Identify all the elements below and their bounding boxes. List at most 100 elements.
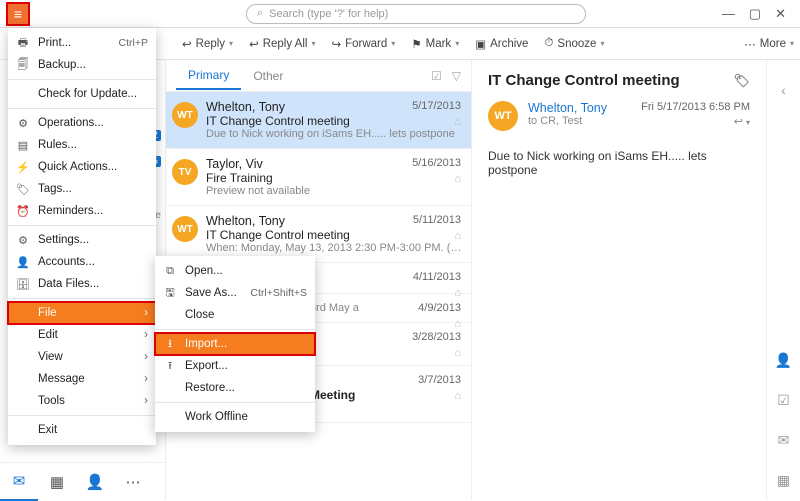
menu-item[interactable]: ⧉Open...: [155, 260, 315, 282]
menu-item[interactable]: ⚙Operations...: [8, 112, 156, 134]
menu-item[interactable]: Close: [155, 304, 315, 326]
menu-item[interactable]: ⭱Export...: [155, 355, 315, 377]
tab-primary[interactable]: Primary: [176, 62, 241, 90]
menu-icon: 🏷: [16, 183, 30, 196]
menu-label: View: [38, 351, 63, 363]
pane-body: Due to Nick working on iSams EH..... let…: [488, 149, 750, 177]
flag-icon[interactable]: ⌂: [454, 116, 461, 128]
menu-item[interactable]: Message: [8, 368, 156, 390]
menu-item[interactable]: Tools: [8, 390, 156, 412]
tag-icon[interactable]: 🏷: [733, 73, 750, 89]
menu-label: Check for Update...: [38, 88, 137, 100]
mail-icon[interactable]: ✉: [0, 463, 38, 501]
replyall-button[interactable]: ↩ Reply All ▾: [243, 33, 321, 55]
search-input[interactable]: ⌕ Search (type '?' for help): [246, 4, 586, 24]
menu-label: Reminders...: [38, 205, 103, 217]
menu-item[interactable]: 👤 Accounts...: [8, 251, 156, 273]
email-date: 3/7/2013: [418, 374, 461, 386]
close-icon[interactable]: ✕: [775, 6, 786, 22]
flag-icon[interactable]: ⌂: [454, 173, 461, 185]
menu-item[interactable]: 🖫Save As...Ctrl+Shift+S: [155, 282, 315, 304]
menu-item[interactable]: Exit: [8, 419, 156, 441]
menu-label: Quick Actions...: [38, 161, 117, 173]
email-preview: Preview not available: [206, 185, 463, 197]
flag-icon[interactable]: ⌂: [454, 230, 461, 242]
minimize-icon[interactable]: —: [722, 6, 735, 22]
menu-accelerator: Ctrl+P: [119, 37, 148, 49]
calendar-icon[interactable]: ▦: [38, 463, 76, 501]
menu-label: Settings...: [38, 234, 89, 246]
flag-icon[interactable]: ⌂: [454, 390, 461, 402]
person-icon[interactable]: 👤: [767, 340, 800, 380]
menu-item[interactable]: View: [8, 346, 156, 368]
menu-item[interactable]: Work Offline: [155, 406, 315, 428]
email-subject: IT Change Control meeting: [206, 228, 463, 242]
menu-item[interactable]: Restore...: [155, 377, 315, 399]
menu-icon: 👤: [16, 256, 30, 269]
menu-icon: ⚙: [16, 117, 30, 130]
people-icon[interactable]: 👤: [76, 463, 114, 501]
snooze-button[interactable]: ⏱ Snooze ▾: [538, 33, 610, 54]
avatar: WT: [172, 216, 198, 242]
checkbox-icon[interactable]: ☑: [431, 69, 442, 83]
email-row[interactable]: WT Whelton, Tony IT Change Control meeti…: [166, 92, 471, 149]
collapse-icon[interactable]: ‹: [767, 60, 800, 120]
menu-label: Message: [38, 373, 85, 385]
menu-label: Rules...: [38, 139, 77, 151]
menu-icon: 🗐: [16, 56, 30, 75]
reply-button[interactable]: ↩ Reply ▾: [176, 33, 239, 55]
menu-icon: ⭳: [163, 335, 177, 354]
menu-icon: ▤: [16, 139, 30, 152]
more-button[interactable]: ⋯ More ▾: [738, 33, 800, 55]
menu-label: Backup...: [38, 59, 86, 71]
main-menu: 🖶Print...Ctrl+P 🗐 Backup... Check for Updat…: [8, 28, 156, 445]
menu-label: Export...: [185, 360, 228, 372]
inbox-icon[interactable]: ✉: [767, 420, 800, 460]
archive-button[interactable]: ▣ Archive: [469, 33, 534, 55]
email-date: 3/28/2013: [412, 331, 461, 343]
flag-icon[interactable]: ⌂: [454, 347, 461, 359]
menu-item[interactable]: File: [8, 302, 156, 324]
email-row[interactable]: TV Taylor, Viv Fire Training Preview not…: [166, 149, 471, 206]
more-icon[interactable]: ⋯: [114, 463, 152, 501]
menu-label: Work Offline: [185, 411, 248, 423]
menu-item[interactable]: ⏰Reminders...: [8, 200, 156, 222]
menu-icon: ⚙: [16, 234, 30, 247]
menu-icon: 🖫: [163, 284, 177, 303]
calendar-icon[interactable]: ▦: [767, 460, 800, 500]
email-date: 4/11/2013: [413, 271, 461, 283]
menu-label: Close: [185, 309, 214, 321]
filter-icon[interactable]: ▽: [452, 69, 461, 83]
menu-label: Edit: [38, 329, 58, 341]
menu-item[interactable]: ⚙ Settings...: [8, 229, 156, 251]
check-icon[interactable]: ☑: [767, 380, 800, 420]
tab-other[interactable]: Other: [241, 63, 295, 89]
email-date: 5/17/2013: [412, 100, 461, 112]
pane-date: Fri 5/17/2013 6:58 PM: [641, 101, 750, 113]
forward-button[interactable]: ↪ Forward ▾: [325, 33, 401, 55]
menu-label: Tags...: [38, 183, 72, 195]
menu-item[interactable]: Edit: [8, 324, 156, 346]
email-date: 5/16/2013: [412, 157, 461, 169]
menu-label: Open...: [185, 265, 223, 277]
menu-item[interactable]: 🗐 Backup...: [8, 54, 156, 76]
menu-icon: 🗄: [16, 278, 30, 291]
email-row[interactable]: WT Whelton, Tony IT Change Control meeti…: [166, 206, 471, 263]
menu-item[interactable]: ▤ Rules...: [8, 134, 156, 156]
menu-label: Exit: [38, 424, 57, 436]
menu-item[interactable]: ⭳Import...: [155, 333, 315, 355]
menu-item[interactable]: 🖶Print...Ctrl+P: [8, 32, 156, 54]
maximize-icon[interactable]: ▢: [749, 6, 761, 22]
menu-label: Tools: [38, 395, 65, 407]
menu-item[interactable]: 🗄Data Files...: [8, 273, 156, 295]
menu-item[interactable]: ⚡Quick Actions...: [8, 156, 156, 178]
search-placeholder: Search (type '?' for help): [269, 8, 388, 20]
menu-label: Accounts...: [38, 256, 95, 268]
avatar: TV: [172, 159, 198, 185]
mark-button[interactable]: ⚑ Mark ▾: [405, 33, 465, 55]
avatar: WT: [488, 101, 518, 131]
hamburger-icon[interactable]: ≡: [6, 2, 30, 26]
pane-from[interactable]: Whelton, Tony: [528, 101, 607, 115]
menu-item[interactable]: 🏷 Tags...: [8, 178, 156, 200]
menu-item[interactable]: Check for Update...: [8, 83, 156, 105]
